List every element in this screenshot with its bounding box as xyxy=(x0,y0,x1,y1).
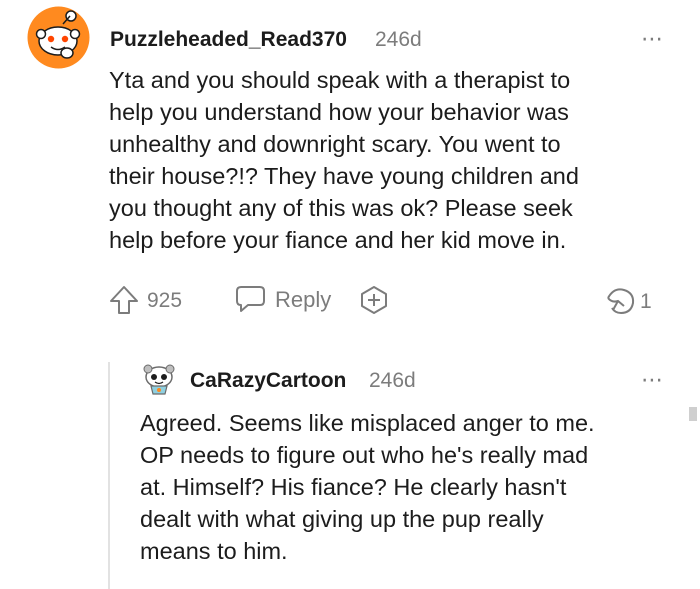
reply-body-line: Agreed. Seems like misplaced anger to me… xyxy=(140,410,595,436)
comment-body-line: Yta and you should speak with a therapis… xyxy=(109,67,571,93)
reply-age: 246d xyxy=(369,369,416,392)
reply-body-line: means to him. xyxy=(140,538,288,564)
award-add-button[interactable] xyxy=(359,285,389,315)
reply-button[interactable]: Reply xyxy=(275,287,331,313)
snoo-avatar-icon xyxy=(143,364,175,395)
reply-body-line: at. Himself? His fiance? He clearly hasn… xyxy=(140,474,567,500)
comment-body-line: their house?!? They have young children … xyxy=(109,163,579,189)
thread-line[interactable] xyxy=(108,362,110,589)
comment-age: 246d xyxy=(375,28,422,51)
comment-body-line: you thought any of this was ok? Please s… xyxy=(109,195,573,221)
upvote-button[interactable] xyxy=(108,284,140,316)
comment-body-line: help before your fiance and her kid move… xyxy=(109,227,567,253)
reply-more-options-icon[interactable]: ⋯ xyxy=(641,369,664,391)
upvote-arrow-icon xyxy=(110,286,138,314)
reply-icon[interactable] xyxy=(235,285,266,313)
award-icon[interactable] xyxy=(604,284,638,318)
reply-body-line: OP needs to figure out who he's really m… xyxy=(140,442,589,468)
user-avatar[interactable] xyxy=(27,6,90,69)
comment-username[interactable]: Puzzleheaded_Read370 xyxy=(110,28,347,52)
vote-count: 925 xyxy=(147,289,183,312)
award-count: 1 xyxy=(640,290,652,313)
snoo-avatar-icon xyxy=(27,6,90,69)
scrollbar-thumb[interactable] xyxy=(689,407,697,421)
reply-username[interactable]: CaRazyCartoon xyxy=(190,369,346,393)
reply-body-line: dealt with what giving up the pup really xyxy=(140,506,544,532)
comment-body-line: help you understand how your behavior wa… xyxy=(109,99,569,125)
award-plus-icon xyxy=(361,286,387,314)
comment-body-line: unhealthy and downright scary. You went … xyxy=(109,131,561,157)
comment-body: Yta and you should speak with a therapis… xyxy=(109,64,689,256)
comment-more-options-icon[interactable]: ⋯ xyxy=(641,28,664,50)
reply-body: Agreed. Seems like misplaced anger to me… xyxy=(140,407,685,567)
reply-user-avatar[interactable] xyxy=(140,361,178,399)
